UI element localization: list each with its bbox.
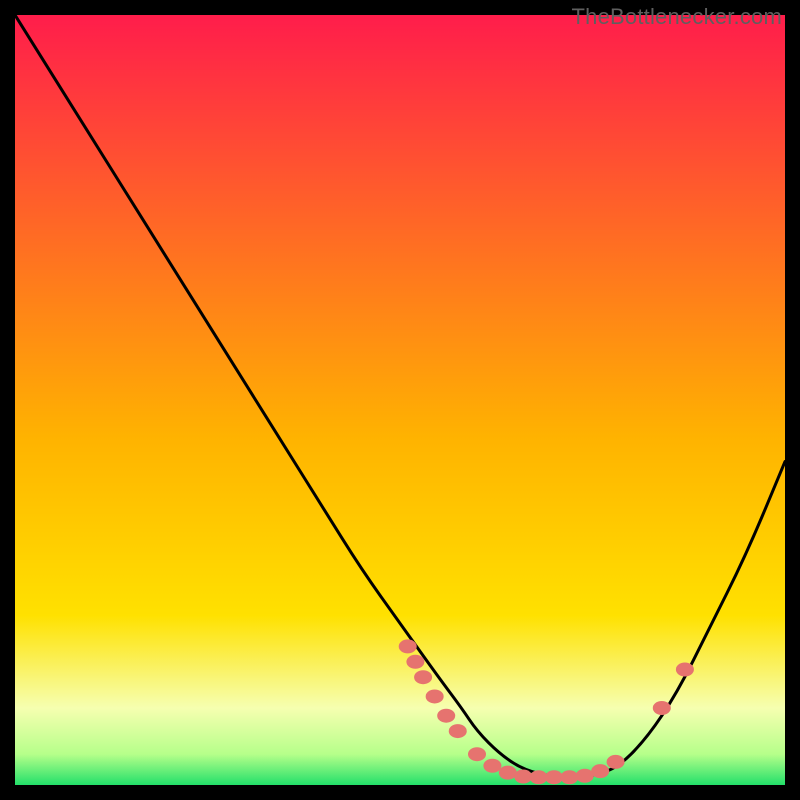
data-marker	[426, 689, 444, 703]
data-marker	[545, 770, 563, 784]
data-marker	[560, 770, 578, 784]
data-marker	[576, 769, 594, 783]
data-marker	[676, 663, 694, 677]
data-marker	[653, 701, 671, 715]
gradient-background	[15, 15, 785, 785]
chart-frame	[15, 15, 785, 785]
data-marker	[468, 747, 486, 761]
data-marker	[483, 759, 501, 773]
data-marker	[399, 639, 417, 653]
bottleneck-chart	[15, 15, 785, 785]
data-marker	[607, 755, 625, 769]
data-marker	[499, 766, 517, 780]
data-marker	[414, 670, 432, 684]
data-marker	[514, 770, 532, 784]
watermark-text: TheBottlenecker.com	[572, 4, 782, 30]
data-marker	[437, 709, 455, 723]
data-marker	[591, 764, 609, 778]
data-marker	[406, 655, 424, 669]
data-marker	[449, 724, 467, 738]
data-marker	[530, 770, 548, 784]
